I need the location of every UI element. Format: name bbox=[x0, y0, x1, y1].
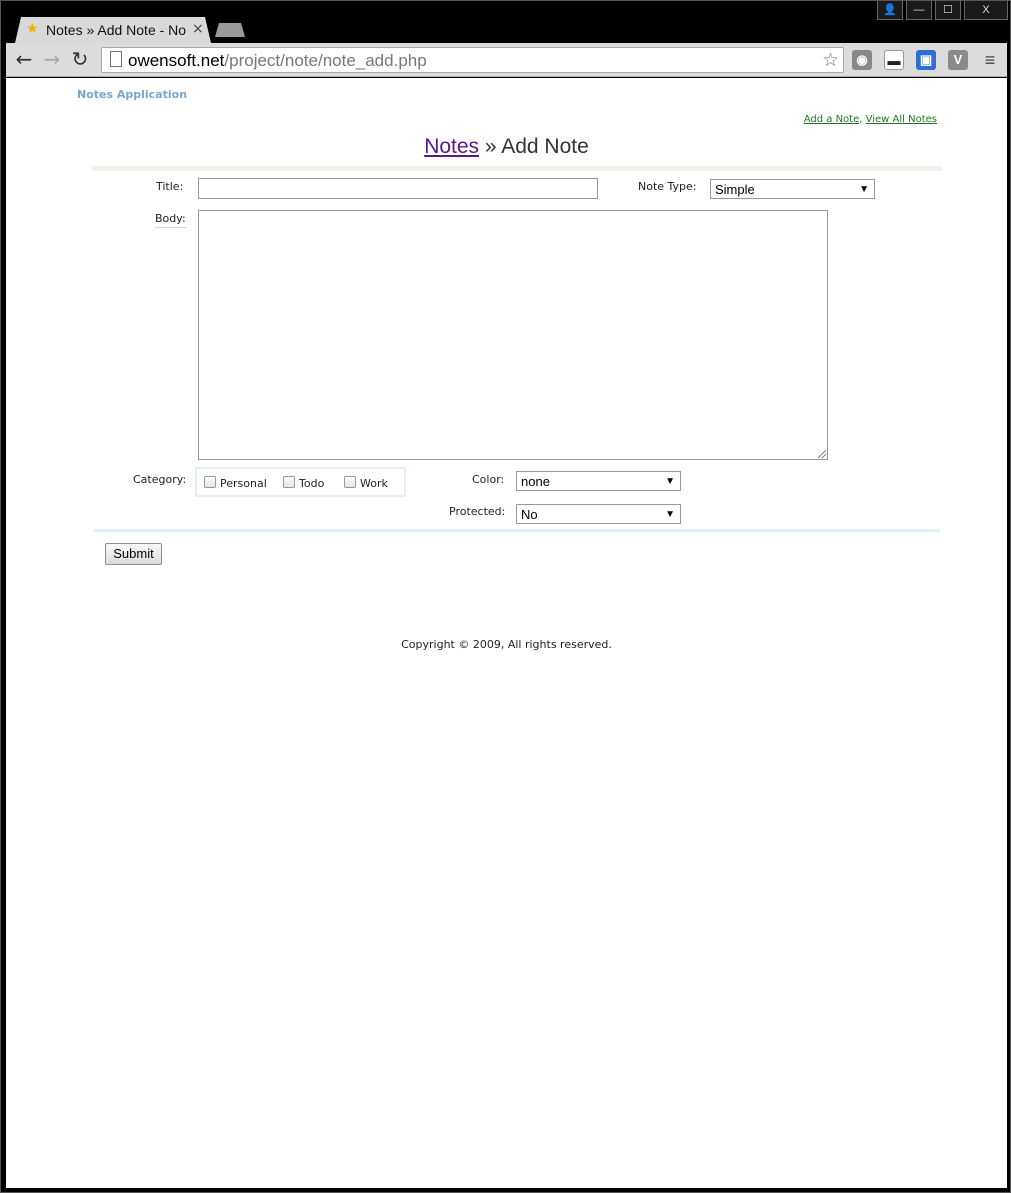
checkbox-icon[interactable] bbox=[344, 476, 356, 488]
color-select[interactable]: none ▼ bbox=[516, 471, 681, 491]
forward-button[interactable]: → bbox=[40, 48, 64, 72]
protected-value: No bbox=[521, 507, 538, 522]
divider-bottom bbox=[94, 529, 940, 532]
tab-strip: ★ Notes » Add Note - Not × 👤 — ☐ X bbox=[1, 1, 1011, 43]
category-todo-label: Todo bbox=[299, 477, 325, 490]
tab-close-icon[interactable]: × bbox=[192, 21, 204, 37]
color-label: Color: bbox=[472, 473, 505, 486]
protected-select[interactable]: No ▼ bbox=[516, 504, 681, 524]
close-window-button[interactable]: X bbox=[964, 1, 1008, 20]
color-value: none bbox=[521, 474, 550, 489]
protected-label: Protected: bbox=[449, 505, 506, 518]
note-type-value: Simple bbox=[715, 182, 755, 197]
menu-icon[interactable]: ≡ bbox=[980, 50, 1000, 70]
url-text: owensoft.net/project/note/note_add.php bbox=[128, 51, 427, 71]
browser-window: ★ Notes » Add Note - Not × 👤 — ☐ X ← → ↻… bbox=[0, 0, 1011, 1193]
note-type-select[interactable]: Simple ▼ bbox=[710, 179, 875, 199]
notes-breadcrumb-link[interactable]: Notes bbox=[424, 135, 479, 158]
star-favicon-icon: ★ bbox=[26, 21, 39, 37]
browser-toolbar: ← → ↻ owensoft.net/project/note/note_add… bbox=[6, 43, 1007, 77]
category-personal[interactable]: Personal bbox=[204, 476, 267, 490]
link-separator: , bbox=[859, 114, 863, 125]
body-label: Body: bbox=[155, 212, 186, 228]
url-host: owensoft.net bbox=[128, 51, 225, 70]
maximize-button[interactable]: ☐ bbox=[935, 1, 961, 20]
category-label: Category: bbox=[133, 473, 187, 486]
spy-icon[interactable]: ▬ bbox=[884, 50, 904, 70]
add-note-link[interactable]: Add a Note bbox=[804, 114, 860, 125]
submit-button[interactable]: Submit bbox=[105, 543, 162, 565]
category-work-label: Work bbox=[360, 477, 388, 490]
tab-active[interactable]: ★ Notes » Add Note - Not × bbox=[15, 17, 211, 43]
body-textarea[interactable] bbox=[198, 210, 828, 460]
address-bar[interactable]: owensoft.net/project/note/note_add.php ☆ bbox=[101, 47, 844, 73]
category-todo[interactable]: Todo bbox=[283, 476, 324, 490]
page-content: Notes Application Add a Note, View All N… bbox=[6, 78, 1007, 1188]
new-tab-button[interactable] bbox=[215, 23, 245, 37]
app-title: Notes Application bbox=[77, 88, 188, 101]
profile-button[interactable]: 👤 bbox=[877, 1, 903, 20]
window-controls: 👤 — ☐ X bbox=[877, 1, 1008, 21]
top-links: Add a Note, View All Notes bbox=[804, 114, 937, 125]
category-group: Personal Todo Work bbox=[195, 467, 406, 497]
title-label: Title: bbox=[156, 180, 184, 193]
back-button[interactable]: ← bbox=[12, 48, 36, 72]
camera-icon[interactable]: ◉ bbox=[852, 50, 872, 70]
reload-button[interactable]: ↻ bbox=[68, 48, 92, 72]
dropdown-arrow-icon: ▼ bbox=[665, 509, 675, 520]
minimize-button[interactable]: — bbox=[906, 1, 932, 20]
resize-grip-icon[interactable] bbox=[818, 450, 826, 458]
dropdown-arrow-icon: ▼ bbox=[859, 184, 869, 195]
page-title: Notes » Add Note bbox=[6, 135, 1007, 159]
category-personal-label: Personal bbox=[220, 477, 267, 490]
checkbox-icon[interactable] bbox=[283, 476, 295, 488]
v-icon[interactable]: V bbox=[948, 50, 968, 70]
save-icon[interactable]: ▣ bbox=[916, 50, 936, 70]
checkbox-icon[interactable] bbox=[204, 476, 216, 488]
bookmark-star-icon[interactable]: ☆ bbox=[822, 49, 839, 72]
page-title-text: » Add Note bbox=[479, 135, 589, 158]
note-type-label: Note Type: bbox=[638, 180, 697, 193]
category-work[interactable]: Work bbox=[344, 476, 388, 490]
page-icon bbox=[110, 51, 122, 67]
tab-title: Notes » Add Note - Not bbox=[46, 22, 186, 38]
copyright-text: Copyright © 2009, All rights reserved. bbox=[401, 638, 612, 651]
url-path: /project/note/note_add.php bbox=[224, 51, 427, 70]
title-input[interactable] bbox=[198, 178, 598, 199]
view-all-notes-link[interactable]: View All Notes bbox=[866, 114, 937, 125]
divider-top bbox=[92, 166, 942, 171]
dropdown-arrow-icon: ▼ bbox=[665, 476, 675, 487]
